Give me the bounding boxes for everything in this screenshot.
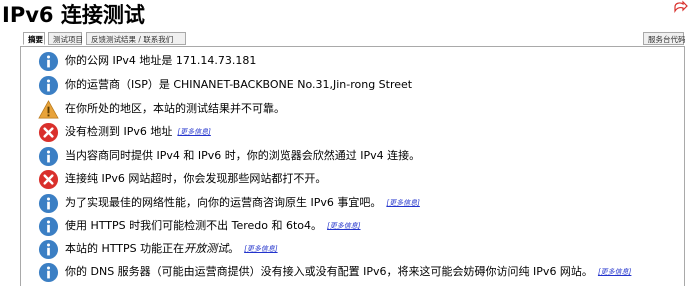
info-icon [38, 146, 59, 166]
result-message: 在你所处的地区，本站的测试结果并不可靠。 [65, 102, 285, 115]
result-row: 本站的 HTTPS 功能正在开放测试。 [更多信息] [38, 238, 678, 260]
info-icon [38, 193, 59, 213]
tab-bar: 摘要 测试项目 反馈测试结果 / 联系我们 服务台代码 [20, 31, 686, 47]
tab-summary[interactable]: 摘要 [23, 32, 45, 45]
result-row: 没有检测到 IPv6 地址 [更多信息] [38, 121, 678, 143]
result-message: 你的运营商（ISP）是 CHINANET-BACKBONE No.31,Jin-… [65, 78, 413, 91]
result-message-suffix: 。 [228, 242, 240, 255]
info-icon [38, 216, 59, 236]
info-icon [38, 239, 59, 259]
result-message: 连接纯 IPv6 网站超时，你会发现那些网站都打不开。 [65, 172, 327, 185]
result-message: 你的公网 IPv4 地址是 171.14.73.181 [65, 54, 257, 67]
info-icon [38, 75, 59, 95]
error-icon [38, 169, 59, 189]
tab-feedback[interactable]: 反馈测试结果 / 联系我们 [86, 32, 186, 45]
result-message-prefix: 本站的 HTTPS 功能正在 [65, 242, 185, 255]
error-icon [38, 122, 59, 142]
info-icon [38, 51, 59, 71]
more-info-link[interactable]: [更多信息] [327, 221, 360, 231]
tab-tests[interactable]: 测试项目 [48, 32, 83, 45]
result-message: 使用 HTTPS 时我们可能检测不出 Teredo 和 6to4。 [65, 219, 323, 232]
result-message: 没有检测到 IPv6 地址 [65, 125, 173, 138]
result-message: 当内容商同时提供 IPv4 和 IPv6 时，你的浏览器会欣然通过 IPv4 连… [65, 149, 421, 162]
result-row: 当内容商同时提供 IPv4 和 IPv6 时，你的浏览器会欣然通过 IPv4 连… [38, 145, 678, 167]
more-info-link[interactable]: [更多信息] [244, 244, 277, 254]
share-icon[interactable] [672, 0, 688, 14]
result-row: 你的运营商（ISP）是 CHINANET-BACKBONE No.31,Jin-… [38, 74, 678, 96]
result-message: 为了实现最佳的网络性能，向你的运营商咨询原生 IPv6 事宜吧。 [65, 196, 382, 209]
result-row: 你的 DNS 服务器（可能由运营商提供）没有接入或没有配置 IPv6，将来这可能… [38, 261, 678, 283]
result-row: 为了实现最佳的网络性能，向你的运营商咨询原生 IPv6 事宜吧。 [更多信息] [38, 192, 678, 214]
result-row: 连接纯 IPv6 网站超时，你会发现那些网站都打不开。 [38, 168, 678, 190]
more-info-link[interactable]: [更多信息] [386, 198, 419, 208]
result-message: 你的 DNS 服务器（可能由运营商提供）没有接入或没有配置 IPv6，将来这可能… [65, 265, 593, 278]
result-row: 你的公网 IPv4 地址是 171.14.73.181 [38, 50, 678, 72]
warning-icon [38, 99, 59, 118]
more-info-link[interactable]: [更多信息] [598, 267, 631, 277]
result-row: 使用 HTTPS 时我们可能检测不出 Teredo 和 6to4。 [更多信息] [38, 215, 678, 237]
result-row: 在你所处的地区，本站的测试结果并不可靠。 [38, 98, 678, 120]
info-icon [38, 262, 59, 282]
tab-mirror-code[interactable]: 服务台代码 [643, 32, 686, 45]
more-info-link[interactable]: [更多信息] [177, 127, 210, 137]
result-message-emphasis: 开放测试 [184, 242, 229, 255]
result-message: 本站的 HTTPS 功能正在开放测试。 [65, 242, 239, 256]
page-title: IPv6 连接测试 [2, 3, 145, 27]
